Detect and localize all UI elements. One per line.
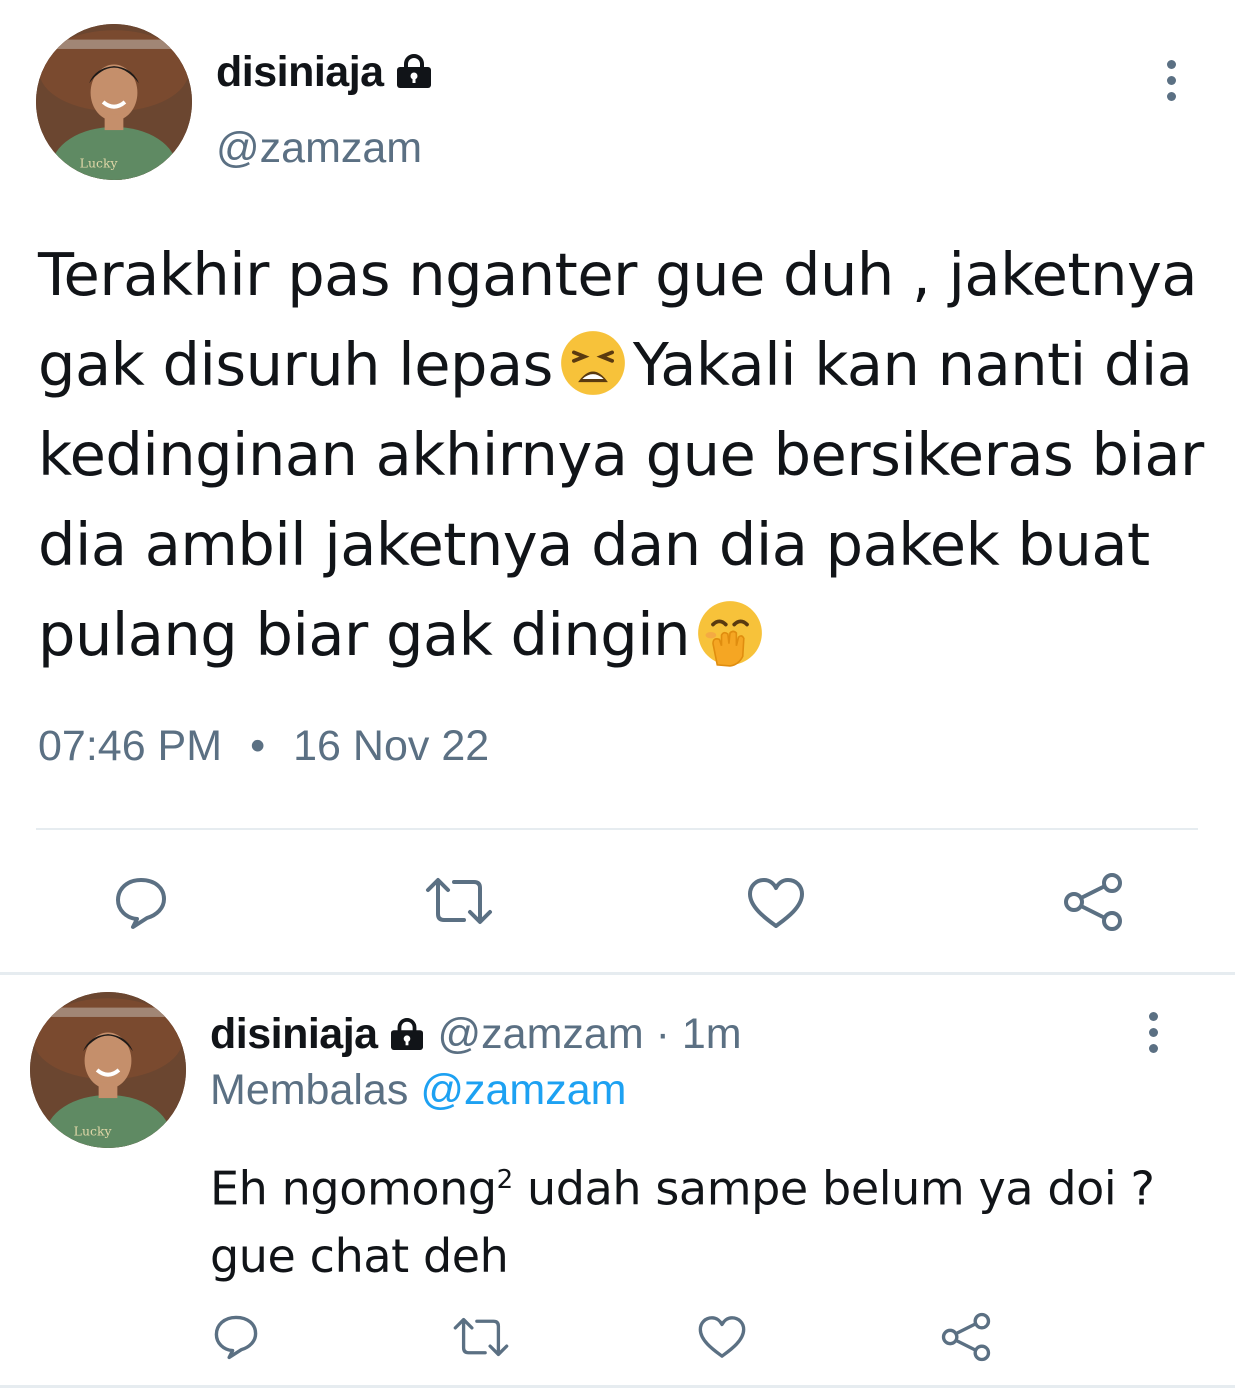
share-icon[interactable] <box>1062 872 1124 932</box>
relative-time: 1m <box>681 1010 742 1058</box>
replying-to: Membalas @zamzam <box>210 1066 627 1114</box>
reply-icon[interactable] <box>113 876 169 930</box>
reply-icon[interactable] <box>212 1314 260 1360</box>
lock-icon <box>394 50 434 99</box>
display-name[interactable]: disiniaja <box>216 48 434 99</box>
replying-handle-link[interactable]: @zamzam <box>420 1066 626 1114</box>
more-icon[interactable] <box>1159 60 1183 108</box>
like-icon[interactable] <box>746 876 806 930</box>
divider <box>0 1385 1235 1388</box>
share-icon[interactable] <box>940 1312 992 1362</box>
separator <box>0 972 1235 975</box>
more-icon[interactable] <box>1141 1012 1165 1060</box>
avatar-photo: Lucky <box>30 992 186 1148</box>
reply-header[interactable]: disiniaja @zamzam · 1m <box>210 1010 742 1061</box>
svg-text:Lucky: Lucky <box>74 1124 112 1139</box>
reply-avatar[interactable]: Lucky <box>30 992 186 1148</box>
reply-text: Eh ngomong2 udah sampe belum ya doi ? gu… <box>210 1161 1155 1284</box>
face-with-hand-over-mouth-emoji <box>696 599 764 667</box>
svg-text:Lucky: Lucky <box>80 156 118 171</box>
tweet-text: Terakhir pas nganter gue duh , jaketnya … <box>38 240 1204 669</box>
divider <box>36 828 1198 830</box>
user-handle[interactable]: @zamzam <box>216 124 422 173</box>
like-icon[interactable] <box>697 1314 747 1360</box>
retweet-icon[interactable] <box>424 876 494 926</box>
tweet-timestamp[interactable]: 07:46 PM • 16 Nov 22 <box>38 722 489 771</box>
retweet-icon[interactable] <box>452 1316 510 1358</box>
time-separator: · <box>655 1010 670 1058</box>
tired-face-emoji <box>559 329 627 397</box>
avatar-photo: Lucky <box>36 24 192 180</box>
avatar[interactable]: Lucky <box>36 24 192 180</box>
lock-icon <box>388 1012 426 1061</box>
reply-handle: @zamzam <box>437 1010 644 1058</box>
reply-display-name: disiniaja <box>210 1010 378 1058</box>
